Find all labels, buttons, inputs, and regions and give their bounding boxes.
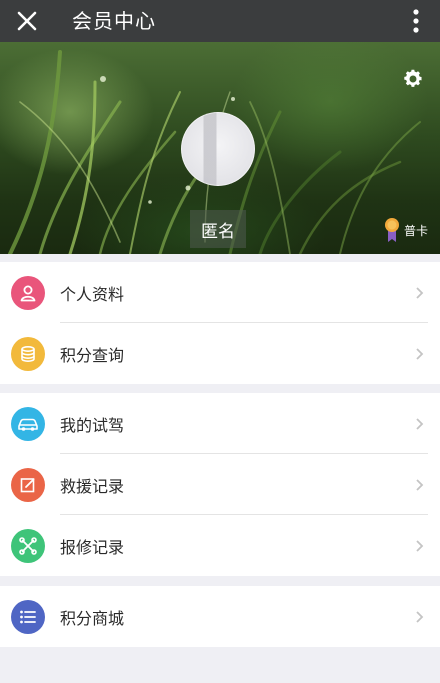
medal-icon	[384, 218, 399, 242]
edit-icon-badge	[11, 467, 45, 502]
person-icon-badge	[11, 275, 45, 310]
chevron-right-icon	[416, 610, 424, 623]
chevron-right-icon	[416, 539, 424, 552]
page-title: 会员中心	[72, 9, 156, 33]
menu-item-label: 积分商城	[60, 608, 125, 628]
close-icon	[17, 11, 37, 31]
menu-item-repair-records[interactable]: 报修记录	[0, 515, 440, 576]
person-icon	[20, 285, 36, 301]
menu-item-label: 报修记录	[60, 537, 125, 557]
menu-item-profile[interactable]: 个人资料	[0, 262, 440, 323]
menu-group-services: 我的试驾 救援记录 报修记录	[0, 393, 440, 576]
member-center-screen: 会员中心 匿名 普卡 个人资料 积分查询 我的试驾 救援记录 报修记录 积分商城	[0, 0, 440, 683]
menu-item-points-query[interactable]: 积分查询	[0, 323, 440, 384]
chevron-right-icon	[416, 478, 424, 491]
menu-item-points-mall[interactable]: 积分商城	[0, 586, 440, 647]
menu-item-label: 个人资料	[60, 284, 125, 304]
wrench-icon-badge	[11, 528, 45, 563]
coins-icon-badge	[11, 336, 45, 371]
menu-group-account: 个人资料 积分查询	[0, 262, 440, 384]
card-level-label: 普卡	[403, 223, 428, 238]
avatar[interactable]	[181, 112, 255, 186]
top-navigation-bar: 会员中心	[0, 0, 440, 42]
car-icon-badge	[11, 406, 45, 441]
menu-item-label: 积分查询	[60, 345, 125, 365]
close-button[interactable]	[12, 6, 42, 36]
list-icon-badge	[11, 599, 45, 634]
more-options-button[interactable]	[406, 5, 426, 37]
gear-icon	[404, 69, 422, 87]
edit-icon	[20, 477, 35, 492]
more-vertical-icon	[413, 9, 419, 33]
user-name: 匿名	[201, 221, 235, 242]
user-name-plate: 匿名	[190, 210, 246, 248]
menu-item-label: 救援记录	[60, 476, 125, 496]
menu-item-label: 我的试驾	[60, 415, 125, 435]
menu-item-rescue-records[interactable]: 救援记录	[0, 454, 440, 515]
settings-button[interactable]	[402, 68, 424, 90]
chevron-right-icon	[416, 286, 424, 299]
chevron-right-icon	[416, 417, 424, 430]
car-icon	[18, 418, 38, 431]
wrench-icon	[19, 536, 37, 555]
chevron-right-icon	[416, 347, 424, 360]
coins-icon	[21, 345, 35, 362]
list-icon	[20, 610, 36, 623]
menu-item-test-drive[interactable]: 我的试驾	[0, 393, 440, 454]
profile-header: 匿名 普卡	[0, 42, 440, 254]
membership-card-badge: 普卡	[384, 216, 428, 244]
menu-group-mall: 积分商城	[0, 586, 440, 647]
